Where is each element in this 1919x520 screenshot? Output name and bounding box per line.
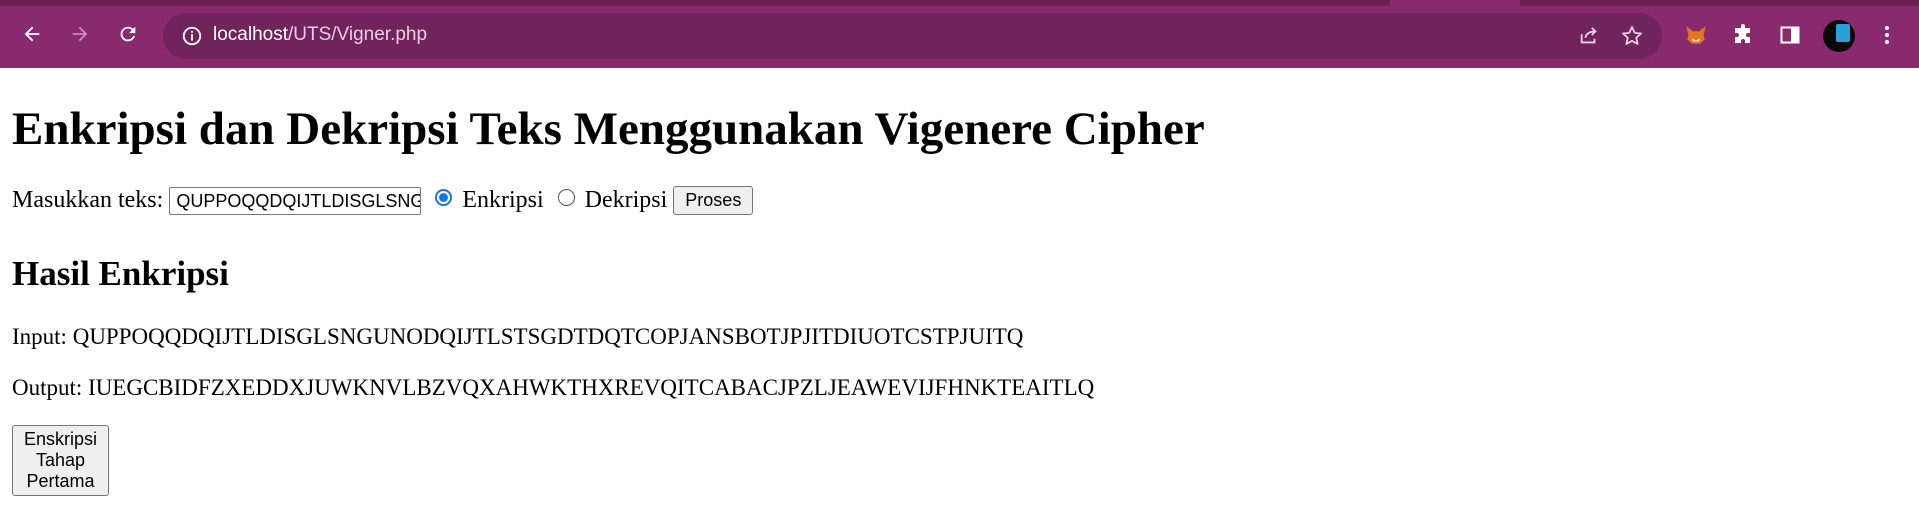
url-path: /UTS/Vigner.php	[288, 24, 428, 45]
text-input-label: Masukkan teks:	[12, 187, 164, 213]
profile-avatar[interactable]	[1823, 20, 1855, 52]
forward-button[interactable]	[64, 18, 96, 50]
address-bar[interactable]: localhost/UTS/Vigner.php	[163, 13, 1662, 59]
side-panel-icon[interactable]	[1777, 22, 1803, 48]
bookmark-star-icon[interactable]	[1620, 24, 1644, 48]
radio-decrypt[interactable]	[557, 189, 575, 206]
url-host: localhost	[213, 24, 288, 45]
info-icon[interactable]	[181, 25, 203, 47]
radio-decrypt-label: Dekripsi	[584, 187, 668, 213]
arrow-right-icon	[72, 26, 88, 42]
radio-encrypt[interactable]	[435, 189, 453, 206]
reload-button[interactable]	[112, 18, 144, 50]
radio-encrypt-label: Enkripsi	[462, 187, 544, 213]
arrow-left-icon	[24, 26, 40, 42]
back-button[interactable]	[16, 18, 48, 50]
cipher-form: Masukkan teks: QUPPOQQDQIJTLDISGLSNGUNOD…	[12, 186, 754, 215]
page-title: Enkripsi dan Dekripsi Teks Menggunakan V…	[12, 103, 1205, 155]
result-input-line: Input: QUPPOQQDQIJTLDISGLSNGUNODQIJTLSTS…	[12, 323, 1023, 351]
text-input[interactable]: QUPPOQQDQIJTLDISGLSNGUNODQIJTLSTSGDTDQTC…	[169, 186, 422, 215]
first-stage-encrypt-button[interactable]: Enskripsi Tahap Pertama	[12, 425, 110, 496]
result-output-label: Output:	[12, 375, 83, 400]
result-output-line: Output: IUEGCBIDFZXEDDXJUWKNVLBZVQXAHWKT…	[12, 374, 1094, 402]
process-button[interactable]: Proses	[673, 186, 754, 215]
url-text[interactable]: localhost/UTS/Vigner.php	[213, 24, 427, 46]
result-heading: Hasil Enkripsi	[12, 254, 229, 293]
reload-icon	[120, 26, 136, 42]
browser-toolbar: localhost/UTS/Vigner.php	[0, 0, 1919, 68]
extensions-puzzle-icon[interactable]	[1730, 22, 1756, 48]
share-icon[interactable]	[1578, 25, 1600, 47]
metamask-fox-icon[interactable]	[1683, 22, 1709, 48]
result-input-text: QUPPOQQDQIJTLDISGLSNGUNODQIJTLSTSGDTDQTC…	[72, 324, 1024, 349]
tab-strip	[0, 0, 1919, 6]
more-menu-icon[interactable]	[1874, 22, 1900, 48]
active-tab[interactable]	[1390, 0, 1520, 6]
result-output-text: IUEGCBIDFZXEDDXJUWKNVLBZVQXAHWKTHXREVQIT…	[88, 375, 1095, 400]
result-input-label: Input:	[12, 324, 67, 349]
